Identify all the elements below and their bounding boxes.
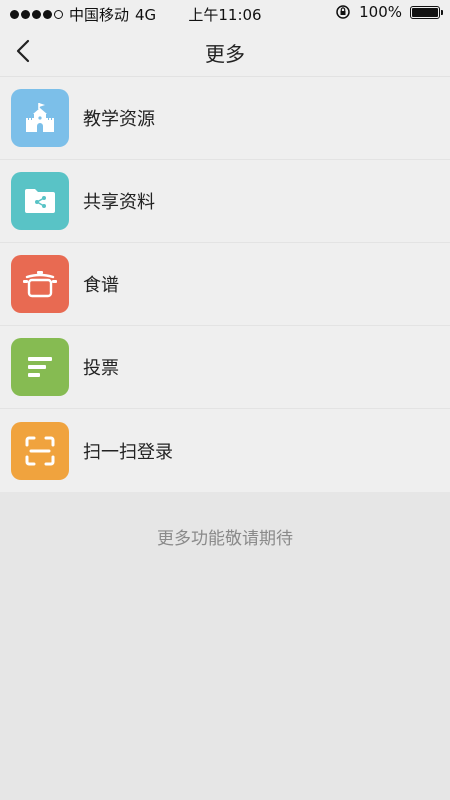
menu-item-label: 教学资源: [83, 109, 155, 130]
menu-list: 教学资源 共享资料 食谱 投票 扫一扫登录: [0, 77, 450, 492]
page-title: 更多: [205, 42, 245, 66]
screen: 中国移动 4G 上午11:06 100% 更多 教学资源 共享资料 食谱 投票 …: [0, 0, 450, 800]
poll-bars-icon: [11, 338, 69, 396]
menu-item-recipes[interactable]: 食谱: [0, 243, 450, 326]
menu-item-scan-login[interactable]: 扫一扫登录: [0, 409, 450, 492]
menu-item-teaching-resources[interactable]: 教学资源: [0, 77, 450, 160]
menu-item-label: 食谱: [83, 275, 119, 296]
shared-folder-icon: [11, 172, 69, 230]
cooking-pot-icon: [11, 255, 69, 313]
menu-item-shared-materials[interactable]: 共享资料: [0, 160, 450, 243]
battery-icon: [410, 5, 443, 19]
menu-item-label: 扫一扫登录: [83, 441, 173, 463]
scan-icon: [11, 421, 69, 480]
castle-icon: [11, 89, 69, 147]
menu-item-vote[interactable]: 投票: [0, 326, 450, 409]
menu-item-label: 投票: [83, 358, 119, 379]
status-right: 100%: [335, 3, 443, 21]
coming-soon-note: 更多功能敬请期待: [157, 529, 293, 549]
status-bar: 中国移动 4G 上午11:06 100%: [0, 0, 450, 26]
menu-item-label: 共享资料: [83, 192, 155, 213]
battery-fill: [412, 7, 438, 17]
orientation-lock-icon: [336, 5, 350, 19]
battery-percent: 100%: [359, 3, 402, 21]
nav-bar: 更多: [0, 26, 450, 77]
